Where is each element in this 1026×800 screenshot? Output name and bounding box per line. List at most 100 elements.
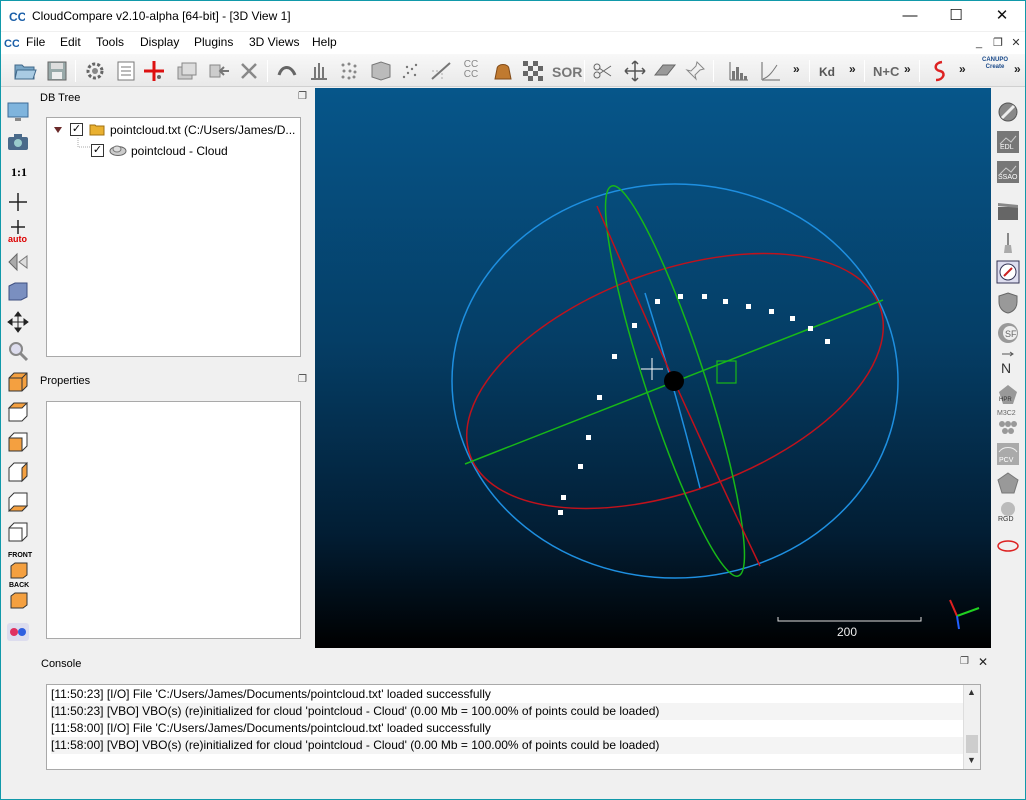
3d-scene[interactable] <box>315 88 991 648</box>
console-scrollbar[interactable]: ▲ ▼ <box>963 685 980 769</box>
db-tree-view[interactable]: ✓ pointcloud.txt (C:/Users/James/D... ✓ … <box>46 117 301 357</box>
scroll-thumb[interactable] <box>966 735 978 753</box>
toolbar-more-button[interactable]: » <box>959 62 966 76</box>
mdi-restore-icon[interactable]: ❐ <box>990 35 1006 51</box>
collapse-arrow-icon[interactable] <box>53 125 63 135</box>
clone-icon[interactable] <box>175 59 199 83</box>
scroll-up-icon[interactable]: ▲ <box>967 687 976 697</box>
properties-float-icon[interactable]: ❐ <box>298 374 307 385</box>
plugin-pentagon-icon[interactable] <box>996 471 1020 495</box>
animation-film-icon[interactable] <box>996 200 1020 224</box>
view-front-icon[interactable] <box>6 558 30 582</box>
subsample-icon[interactable] <box>275 59 299 83</box>
no-shader-icon[interactable] <box>996 100 1020 124</box>
toolbar-more-button[interactable]: » <box>1014 62 1021 76</box>
view-back-icon[interactable] <box>6 520 30 544</box>
mdi-minimize-icon[interactable]: _ <box>971 35 987 51</box>
stereo-icon[interactable] <box>6 620 30 644</box>
checker-icon[interactable] <box>521 59 545 83</box>
sample-points-icon[interactable] <box>399 59 423 83</box>
orthographic-icon[interactable] <box>6 280 30 304</box>
menu-file[interactable]: File <box>26 35 45 49</box>
scissors-icon[interactable] <box>591 59 615 83</box>
merge-icon[interactable] <box>207 59 231 83</box>
toolbar-separator <box>267 60 268 82</box>
rotate-perspective-icon[interactable] <box>6 250 30 274</box>
list-icon[interactable] <box>114 59 138 83</box>
toolbar-more-button[interactable]: » <box>904 62 911 76</box>
compass-icon[interactable] <box>996 260 1020 284</box>
scroll-down-icon[interactable]: ▼ <box>967 755 976 765</box>
console-float-icon[interactable]: ❐ <box>960 656 969 667</box>
plane-icon[interactable] <box>653 59 677 83</box>
pivot-center-icon[interactable] <box>6 190 30 214</box>
rgd-label: RGD <box>998 516 1014 523</box>
menu-3d-views[interactable]: 3D Views <box>249 35 299 49</box>
noise-filter-icon[interactable] <box>337 59 361 83</box>
3d-view[interactable]: 200 <box>315 88 991 648</box>
console-close-icon[interactable]: ✕ <box>978 655 988 669</box>
menu-bar: CC File Edit Tools Display Plugins 3D Vi… <box>1 32 1025 54</box>
view-back-cube-icon[interactable] <box>6 588 30 612</box>
pin-icon[interactable] <box>683 59 707 83</box>
zoom-magnifier-icon[interactable] <box>6 339 30 363</box>
delete-icon[interactable] <box>237 59 261 83</box>
mesh-icon[interactable] <box>369 59 393 83</box>
maximize-button[interactable]: ☐ <box>933 1 979 31</box>
section-icon[interactable] <box>927 59 951 83</box>
normal-consistency-icon[interactable]: N+C <box>873 64 899 79</box>
toolbar-more-button[interactable]: » <box>849 62 856 76</box>
db-tree-cloud-checkbox[interactable]: ✓ <box>91 144 104 157</box>
close-button[interactable]: ✕ <box>979 1 1025 31</box>
canupo-create-icon[interactable]: CANUPO Create <box>981 57 1009 71</box>
db-tree-item-file[interactable]: pointcloud.txt (C:/Users/James/D... <box>110 123 295 137</box>
distance-icon[interactable] <box>429 59 453 83</box>
point-cloud <box>558 294 830 515</box>
save-icon[interactable] <box>45 59 69 83</box>
menu-help[interactable]: Help <box>312 35 337 49</box>
console-line: [11:58:00] [VBO] VBO(s) (re)initialized … <box>51 737 963 754</box>
menu-display[interactable]: Display <box>140 35 179 49</box>
view-bottom-icon[interactable] <box>6 490 30 514</box>
settings-gear-icon[interactable] <box>83 59 107 83</box>
fit-curve-icon[interactable] <box>759 59 783 83</box>
m3c2-icon[interactable] <box>996 416 1020 440</box>
cloudcompare-logo-icon: CC <box>9 10 25 24</box>
zoom-1to1-icon[interactable]: 1:1 <box>11 165 27 180</box>
pan-icon[interactable] <box>6 310 30 334</box>
mdi-system-icon[interactable]: CC <box>4 35 19 50</box>
kdtree-icon[interactable]: Kd <box>819 65 835 79</box>
db-tree-float-icon[interactable]: ❐ <box>298 91 307 102</box>
display-icon[interactable] <box>6 100 30 124</box>
ellipse-fit-icon[interactable] <box>996 534 1020 558</box>
menu-plugins[interactable]: Plugins <box>194 35 233 49</box>
sor-filter-icon[interactable]: SOR <box>552 64 582 80</box>
view-left-icon[interactable] <box>6 430 30 454</box>
cloud-cloud-distance-icon[interactable]: CC CC <box>461 60 481 80</box>
normals-icon[interactable] <box>307 59 331 83</box>
hpr-icon[interactable] <box>996 383 1020 407</box>
toolbar-more-button[interactable]: » <box>793 62 800 76</box>
view-top-icon[interactable] <box>6 400 30 424</box>
menu-edit[interactable]: Edit <box>60 35 81 49</box>
view-iso-icon[interactable] <box>6 370 30 394</box>
properties-view[interactable] <box>46 401 301 639</box>
svg-text:CC: CC <box>4 38 19 50</box>
pcv-label: PCV <box>999 457 1014 464</box>
translate-rotate-icon[interactable] <box>623 59 647 83</box>
view-right-icon[interactable] <box>6 460 30 484</box>
mdi-close-icon[interactable]: ✕ <box>1008 35 1024 51</box>
db-tree-item-cloud[interactable]: pointcloud - Cloud <box>131 144 228 158</box>
console-log[interactable]: [11:50:23] [I/O] File 'C:/Users/James/Do… <box>46 684 981 770</box>
bag-icon[interactable] <box>491 59 515 83</box>
histogram-icon[interactable] <box>727 59 751 83</box>
brush-icon[interactable] <box>996 231 1020 255</box>
minimize-button[interactable]: — <box>887 1 933 31</box>
shield-icon[interactable] <box>996 291 1020 315</box>
menu-tools[interactable]: Tools <box>96 35 124 49</box>
open-icon[interactable] <box>13 59 37 83</box>
db-tree-item-checkbox[interactable]: ✓ <box>70 123 83 136</box>
camera-icon[interactable] <box>6 130 30 154</box>
scalar-field-icon[interactable]: SF <box>996 321 1020 345</box>
point-picking-icon[interactable] <box>142 59 166 83</box>
